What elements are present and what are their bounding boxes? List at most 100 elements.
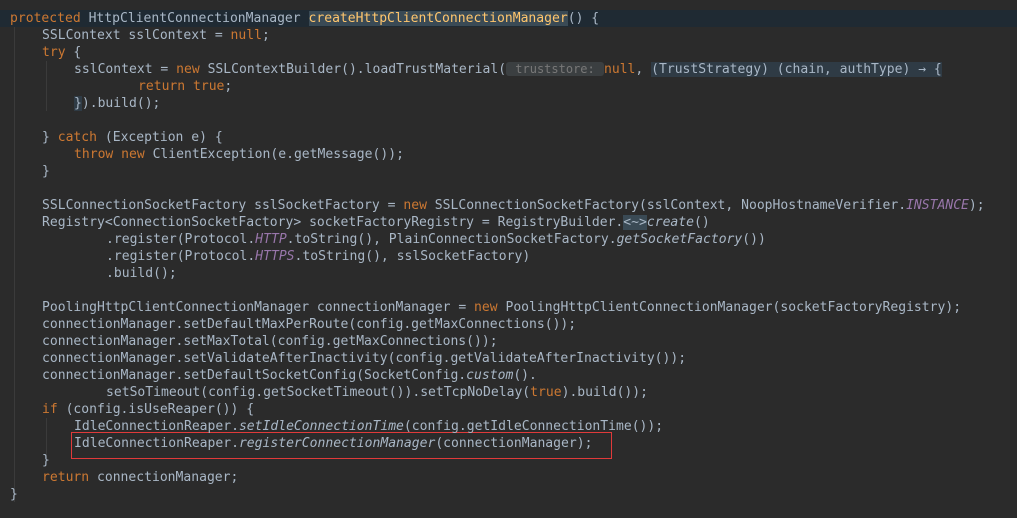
code-token: HttpClientConnectionManager	[88, 11, 309, 26]
code-line[interactable]: SSLConnectionSocketFactory sslSocketFact…	[42, 197, 985, 214]
code-token: return	[138, 79, 193, 94]
code-line[interactable]: sslContext = new SSLContextBuilder().loa…	[74, 61, 942, 78]
code-line[interactable]: }).build();	[74, 95, 160, 112]
code-token: ).build();	[81, 96, 161, 111]
code-token: (connectionManager);	[435, 436, 593, 451]
code-token: catch	[57, 130, 97, 145]
code-token: ClientException(e.getMessage());	[152, 147, 404, 162]
code-token: .register(Protocol.	[106, 232, 256, 247]
code-line[interactable]: setSoTimeout(config.getSocketTimeout()).…	[106, 384, 648, 401]
code-line[interactable]: }	[42, 163, 50, 180]
code-token: IdleConnectionReaper.	[74, 419, 239, 434]
code-token: IdleConnectionReaper.	[74, 436, 239, 451]
code-line[interactable]: throw new ClientException(e.getMessage()…	[74, 146, 404, 163]
code-token: return	[42, 470, 97, 485]
code-token: setIdleConnectionTime	[238, 419, 404, 434]
code-token: =	[206, 28, 231, 43]
code-token: connectionManager.setValidateAfterInacti…	[42, 351, 687, 366]
code-line[interactable]: IdleConnectionReaper.setIdleConnectionTi…	[74, 418, 663, 435]
code-token: ).build());	[561, 385, 648, 400]
code-token: }	[42, 130, 58, 145]
code-token: PoolingHttpClientConnectionManager(socke…	[505, 300, 962, 315]
code-token: sslContext	[128, 28, 207, 43]
code-line[interactable]: IdleConnectionReaper.registerConnectionM…	[74, 435, 592, 452]
code-token: createHttpClientConnectionManager	[308, 11, 568, 26]
code-token: new	[121, 147, 153, 162]
code-token: }	[10, 487, 18, 502]
code-token: .register(Protocol.	[106, 249, 256, 264]
code-line[interactable]: } catch (Exception e) {	[42, 129, 223, 146]
code-token: (config.isUseReaper()) {	[57, 402, 255, 417]
code-token: if	[42, 402, 58, 417]
code-line[interactable]: Registry<ConnectionSocketFactory> socket…	[42, 214, 710, 231]
code-token: throw	[74, 147, 122, 162]
code-token: <~>	[623, 215, 647, 230]
code-token: Registry<ConnectionSocketFactory>	[42, 215, 310, 230]
code-token: sslContext	[74, 62, 153, 77]
code-token: truststore:	[506, 62, 604, 76]
code-token: =	[379, 198, 404, 213]
code-token: ;	[224, 79, 233, 94]
code-line[interactable]: return connectionManager;	[42, 469, 238, 486]
code-token: true	[530, 385, 562, 400]
code-token: SSLConnectionSocketFactory(sslContext, N…	[434, 198, 907, 213]
code-line[interactable]: .register(Protocol.HTTP.toString(), Plai…	[106, 231, 766, 248]
code-token: connectionManager	[316, 300, 451, 315]
code-token: null	[603, 62, 636, 77]
code-token: () {	[567, 11, 600, 26]
code-line[interactable]: connectionManager.setMaxTotal(config.get…	[42, 333, 498, 350]
code-token: registerConnectionManager	[238, 436, 436, 451]
code-token: custom	[466, 368, 514, 383]
code-line[interactable]: }	[10, 486, 18, 503]
code-line[interactable]: connectionManager.setValidateAfterInacti…	[42, 350, 686, 367]
code-token: {	[65, 45, 82, 60]
code-token: =	[152, 62, 177, 77]
code-token: HTTPS	[255, 249, 295, 264]
code-editor[interactable]: protected HttpClientConnectionManager cr…	[0, 0, 1017, 518]
code-token: setSoTimeout(config.getSocketTimeout()).…	[106, 385, 531, 400]
code-token: );	[968, 198, 985, 213]
code-token: protected	[10, 11, 89, 26]
code-line[interactable]: .register(Protocol.HTTPS.toString(), ssl…	[106, 248, 530, 265]
code-line[interactable]: connectionManager.setDefaultSocketConfig…	[42, 367, 537, 384]
code-token: getSocketFactory	[616, 232, 743, 247]
code-token: }	[74, 96, 82, 111]
code-token: connectionManager.setMaxTotal(config.get…	[42, 334, 498, 349]
code-token: try	[42, 45, 66, 60]
code-token: .build();	[106, 266, 177, 281]
code-line[interactable]: PoolingHttpClientConnectionManager conne…	[42, 299, 961, 316]
code-token: }	[42, 453, 50, 468]
code-token: sslSocketFactory	[254, 198, 380, 213]
code-token: .toString(), sslSocketFactory)	[294, 249, 531, 264]
indent-guide	[14, 27, 15, 502]
code-token: ;	[261, 28, 270, 43]
code-token: = RegistryBuilder.	[474, 215, 624, 230]
code-line[interactable]: connectionManager.setDefaultMaxPerRoute(…	[42, 316, 576, 333]
code-line[interactable]: return true;	[138, 78, 232, 95]
code-token: true	[192, 79, 225, 94]
code-token: HTTP	[255, 232, 287, 247]
code-line[interactable]: if (config.isUseReaper()) {	[42, 401, 254, 418]
code-line[interactable]: .build();	[106, 265, 177, 282]
code-token: ()	[694, 215, 710, 230]
code-token: new	[176, 62, 208, 77]
code-token: INSTANCE	[906, 198, 969, 213]
code-line[interactable]: }	[42, 452, 50, 469]
code-token: connectionManager.setDefaultSocketConfig…	[42, 368, 467, 383]
code-token: null	[230, 28, 262, 43]
code-token: connectionManager;	[96, 470, 239, 485]
code-token: (Exception e) {	[97, 130, 223, 145]
indent-guide	[46, 61, 47, 111]
code-token: new	[403, 198, 435, 213]
code-token: SSLConnectionSocketFactory	[42, 198, 255, 213]
code-line[interactable]: try {	[42, 44, 81, 61]
code-token: }	[42, 164, 50, 179]
code-token: (TrustStrategy) (chain, authType) → {	[651, 62, 942, 77]
code-token: .toString(), PlainConnectionSocketFactor…	[286, 232, 617, 247]
code-token: new	[474, 300, 506, 315]
code-line[interactable]: protected HttpClientConnectionManager cr…	[0, 10, 1017, 27]
code-token: ,	[635, 62, 652, 77]
code-token: SSLContext	[42, 28, 129, 43]
code-token: (config.getIdleConnectionTime());	[403, 419, 664, 434]
code-line[interactable]: SSLContext sslContext = null;	[42, 27, 270, 44]
